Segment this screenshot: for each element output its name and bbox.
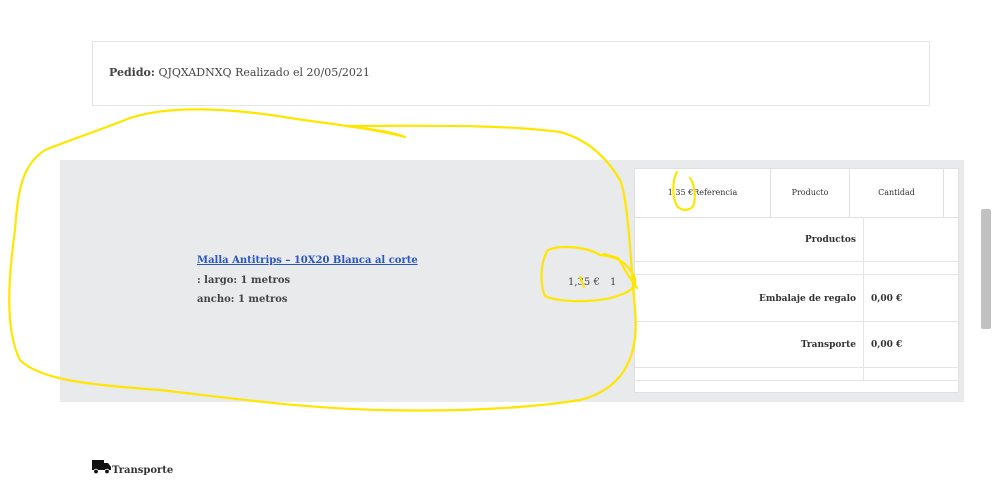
row-spacer-1 — [635, 262, 958, 275]
totals-table: 1,35 €Referencia Producto Cantidad Produ… — [634, 168, 959, 393]
gift-value: 0,00 € — [871, 294, 903, 304]
item-quantity: 1 — [610, 277, 617, 288]
row-spacer-2 — [635, 368, 958, 381]
row-gift: Embalaje de regalo 0,00 € — [635, 275, 958, 322]
order-label: Pedido: — [109, 66, 155, 79]
truck-icon — [92, 459, 112, 479]
order-date: Realizado el 20/05/2021 — [235, 66, 370, 79]
shipping-value: 0,00 € — [871, 340, 903, 350]
header-price: 1,35 € — [667, 188, 694, 197]
row-products: Productos — [635, 217, 958, 262]
product-attr-width: ancho: 1 metros — [197, 294, 288, 305]
row-shipping: Transporte 0,00 € — [635, 322, 958, 368]
shipping-label: Transporte — [800, 340, 856, 350]
header-product: Producto — [771, 169, 850, 217]
order-summary-box: Pedido: QJQXADNXQ Realizado el 20/05/202… — [92, 41, 930, 106]
order-line: Pedido: QJQXADNXQ Realizado el 20/05/202… — [109, 66, 370, 79]
gift-label: Embalaje de regalo — [758, 294, 856, 304]
product-name-link[interactable]: Malla Antitrips – 10X20 Blanca al corte — [197, 255, 418, 266]
header-reference-label: Referencia — [693, 188, 738, 197]
transport-section-title: Transporte — [112, 465, 174, 476]
header-reference: 1,35 €Referencia — [635, 169, 771, 217]
scrollbar-thumb[interactable] — [981, 209, 991, 329]
table-header: 1,35 €Referencia Producto Cantidad — [635, 169, 958, 218]
products-label: Productos — [804, 235, 856, 245]
header-quantity: Cantidad — [850, 169, 944, 217]
item-price: 1,35 € — [568, 277, 600, 288]
order-code: QJQXADNXQ — [158, 66, 232, 79]
product-attr-length: : largo: 1 metros — [197, 275, 291, 286]
